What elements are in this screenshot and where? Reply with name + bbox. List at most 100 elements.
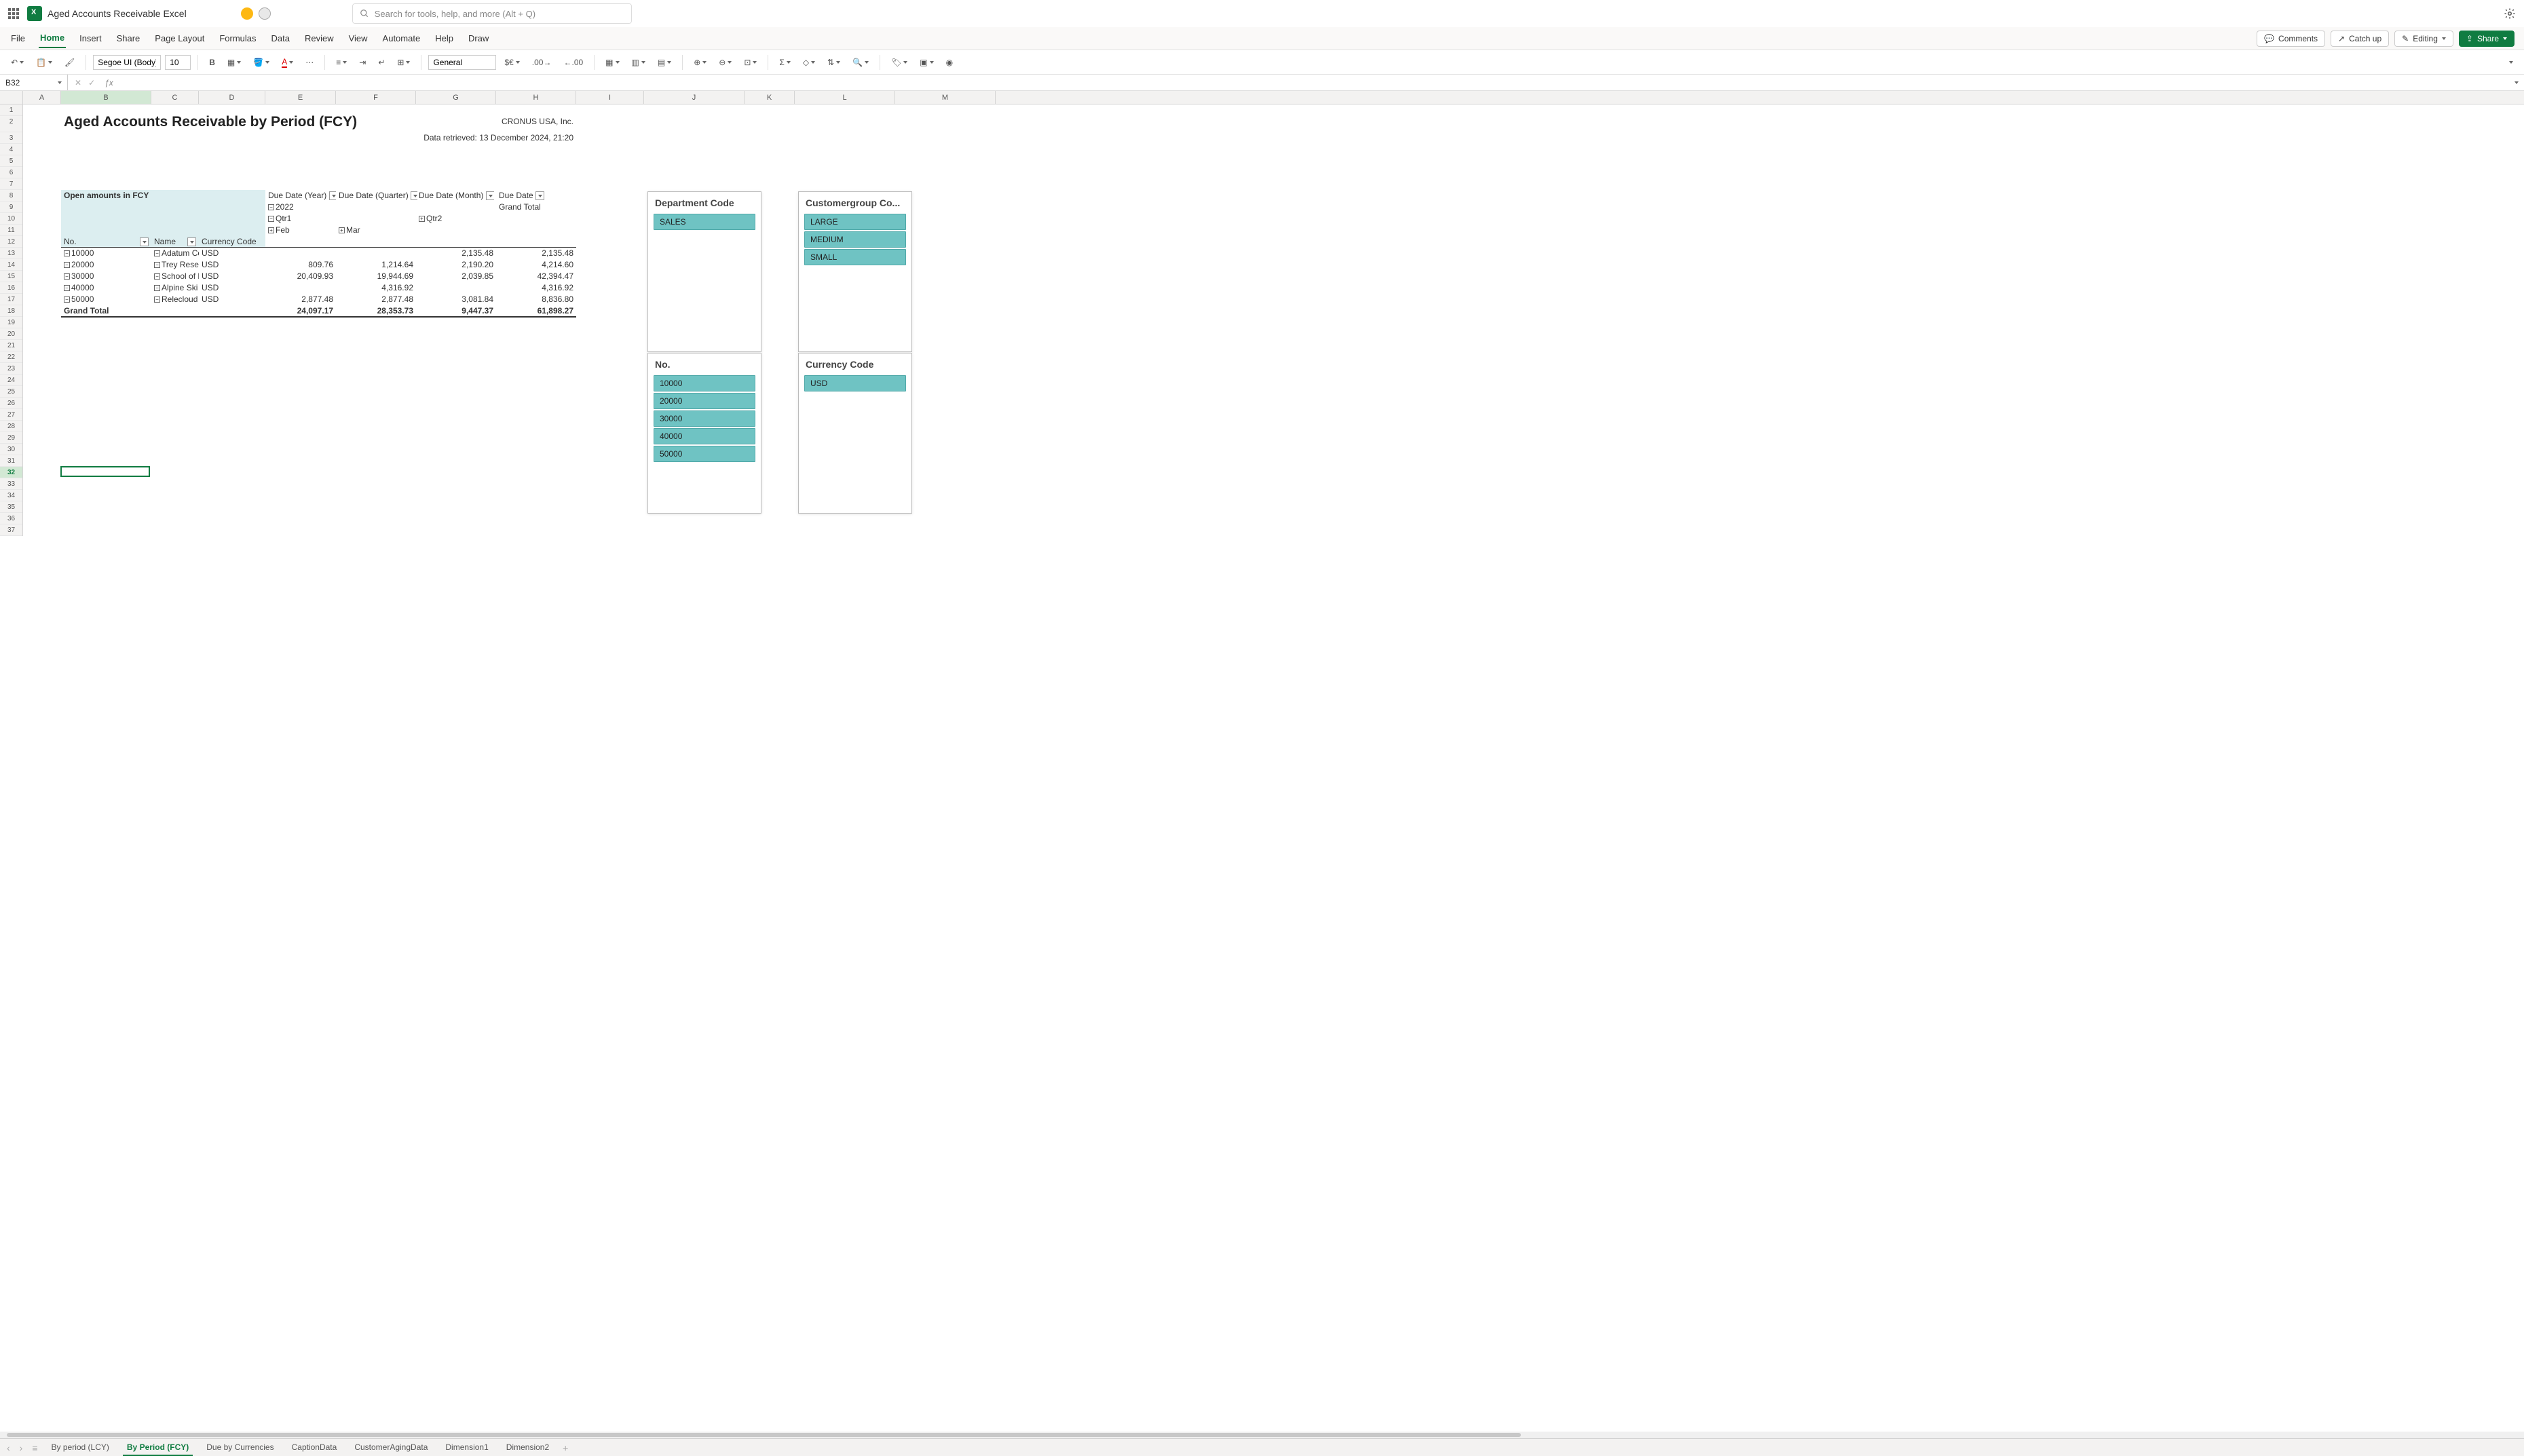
row-header-8[interactable]: 8 xyxy=(0,190,22,202)
column-header-K[interactable]: K xyxy=(745,91,795,104)
share-button[interactable]: ⇪ Share xyxy=(2459,31,2514,47)
column-header-B[interactable]: B xyxy=(61,91,151,104)
pivot-row-no[interactable]: −50000 xyxy=(61,294,151,305)
indent-button[interactable]: ⇥ xyxy=(355,56,370,69)
slicer-item[interactable]: MEDIUM xyxy=(804,231,906,248)
row-header-5[interactable]: 5 xyxy=(0,155,22,167)
insert-cells-button[interactable]: ⊕ xyxy=(690,56,711,69)
slicer-department-code[interactable]: Department CodeSALES xyxy=(647,191,761,352)
pivot-filter-year[interactable]: Due Date (Year) xyxy=(265,190,336,202)
slicer-item[interactable]: SALES xyxy=(654,214,755,230)
app-launcher-icon[interactable] xyxy=(8,8,19,19)
find-button[interactable]: 🔍 xyxy=(848,56,873,69)
format-painter-button[interactable]: 🖌 xyxy=(60,56,79,69)
tab-data[interactable]: Data xyxy=(270,29,291,47)
co-authoring-icon[interactable] xyxy=(241,7,253,20)
sheet-tab[interactable]: Dimension1 xyxy=(441,1440,492,1456)
select-all-corner[interactable] xyxy=(0,91,23,104)
sheet-tab[interactable]: CaptionData xyxy=(288,1440,341,1456)
slicer-item[interactable]: LARGE xyxy=(804,214,906,230)
merge-button[interactable]: ⊞ xyxy=(393,56,414,69)
slicer-currency-code[interactable]: Currency CodeUSD xyxy=(798,353,912,514)
bold-button[interactable]: B xyxy=(205,56,219,69)
pivot-qtr2[interactable]: +Qtr2 xyxy=(416,213,496,225)
row-header-36[interactable]: 36 xyxy=(0,513,22,524)
pivot-field-name[interactable]: Name xyxy=(151,236,199,248)
row-header-30[interactable]: 30 xyxy=(0,444,22,455)
slicer-item[interactable]: 10000 xyxy=(654,375,755,391)
row-header-34[interactable]: 34 xyxy=(0,490,22,501)
pivot-mar[interactable]: +Mar xyxy=(336,225,416,236)
row-header-3[interactable]: 3 xyxy=(0,132,22,144)
tab-insert[interactable]: Insert xyxy=(78,29,103,47)
align-button[interactable]: ≡ xyxy=(332,56,351,69)
row-header-9[interactable]: 9 xyxy=(0,202,22,213)
pivot-year-2022[interactable]: −2022 xyxy=(265,202,336,213)
clear-button[interactable]: ◇ xyxy=(799,56,819,69)
row-header-37[interactable]: 37 xyxy=(0,524,22,536)
pivot-filter-quarter[interactable]: Due Date (Quarter) xyxy=(336,190,417,202)
column-header-E[interactable]: E xyxy=(265,91,336,104)
row-header-29[interactable]: 29 xyxy=(0,432,22,444)
column-header-D[interactable]: D xyxy=(199,91,265,104)
sync-status-icon[interactable] xyxy=(259,7,271,20)
column-header-J[interactable]: J xyxy=(644,91,745,104)
pivot-filter-duedate[interactable]: Due Date xyxy=(496,190,576,202)
pivot-row-name[interactable]: −Adatum Co xyxy=(151,248,199,259)
fill-color-button[interactable]: 🪣 xyxy=(249,56,274,69)
row-header-16[interactable]: 16 xyxy=(0,282,22,294)
tab-page-layout[interactable]: Page Layout xyxy=(153,29,206,47)
undo-button[interactable]: ↶ xyxy=(7,56,28,69)
editing-mode-button[interactable]: ✎ Editing xyxy=(2394,31,2453,47)
row-header-18[interactable]: 18 xyxy=(0,305,22,317)
font-size-select[interactable] xyxy=(165,55,191,70)
tab-view[interactable]: View xyxy=(347,29,369,47)
sheet-nav-next[interactable]: › xyxy=(20,1442,23,1453)
row-header-6[interactable]: 6 xyxy=(0,167,22,178)
tab-review[interactable]: Review xyxy=(303,29,335,47)
paste-button[interactable]: 📋 xyxy=(32,56,56,69)
formula-expand-button[interactable] xyxy=(2514,81,2519,84)
borders-button[interactable]: ▦ xyxy=(223,56,245,69)
slicer-customergroup-code[interactable]: Customergroup Co...LARGEMEDIUMSMALL xyxy=(798,191,912,352)
cell-styles-button[interactable]: ▤ xyxy=(654,56,675,69)
row-header-4[interactable]: 4 xyxy=(0,144,22,155)
pivot-row-no[interactable]: −30000 xyxy=(61,271,151,282)
ribbon-expand-button[interactable] xyxy=(2505,59,2517,66)
slicer-item[interactable]: 20000 xyxy=(654,393,755,409)
row-header-2[interactable]: 2 xyxy=(0,116,22,132)
settings-gear-icon[interactable] xyxy=(2504,7,2516,20)
increase-decimal-button[interactable]: ←.00 xyxy=(559,56,587,69)
all-sheets-button[interactable]: ≡ xyxy=(32,1442,37,1453)
sensitivity-button[interactable]: 🏷 xyxy=(887,56,911,69)
column-header-C[interactable]: C xyxy=(151,91,199,104)
name-box[interactable]: B32 xyxy=(0,75,68,90)
row-header-24[interactable]: 24 xyxy=(0,375,22,386)
row-header-15[interactable]: 15 xyxy=(0,271,22,282)
horizontal-scrollbar[interactable] xyxy=(0,1432,2524,1438)
row-header-33[interactable]: 33 xyxy=(0,478,22,490)
row-header-27[interactable]: 27 xyxy=(0,409,22,421)
row-header-32[interactable]: 32 xyxy=(0,467,22,478)
row-header-35[interactable]: 35 xyxy=(0,501,22,513)
catch-up-button[interactable]: ↗ Catch up xyxy=(2331,31,2389,47)
tab-share[interactable]: Share xyxy=(115,29,142,47)
format-table-button[interactable]: ▥ xyxy=(628,56,649,69)
tab-draw[interactable]: Draw xyxy=(467,29,490,47)
wrap-text-button[interactable]: ↵ xyxy=(374,56,389,69)
tab-file[interactable]: File xyxy=(10,29,26,47)
slicer-item[interactable]: 50000 xyxy=(654,446,755,462)
pivot-row-name[interactable]: −School of F xyxy=(151,271,199,282)
row-header-20[interactable]: 20 xyxy=(0,328,22,340)
slicer-item[interactable]: USD xyxy=(804,375,906,391)
row-header-14[interactable]: 14 xyxy=(0,259,22,271)
currency-button[interactable]: $€ xyxy=(500,56,523,69)
row-header-19[interactable]: 19 xyxy=(0,317,22,328)
row-header-22[interactable]: 22 xyxy=(0,351,22,363)
row-header-10[interactable]: 10 xyxy=(0,213,22,225)
column-header-I[interactable]: I xyxy=(576,91,644,104)
sheet-tab[interactable]: By period (LCY) xyxy=(48,1440,113,1456)
pivot-row-name[interactable]: −Relecloud xyxy=(151,294,199,305)
column-header-H[interactable]: H xyxy=(496,91,576,104)
row-header-25[interactable]: 25 xyxy=(0,386,22,398)
